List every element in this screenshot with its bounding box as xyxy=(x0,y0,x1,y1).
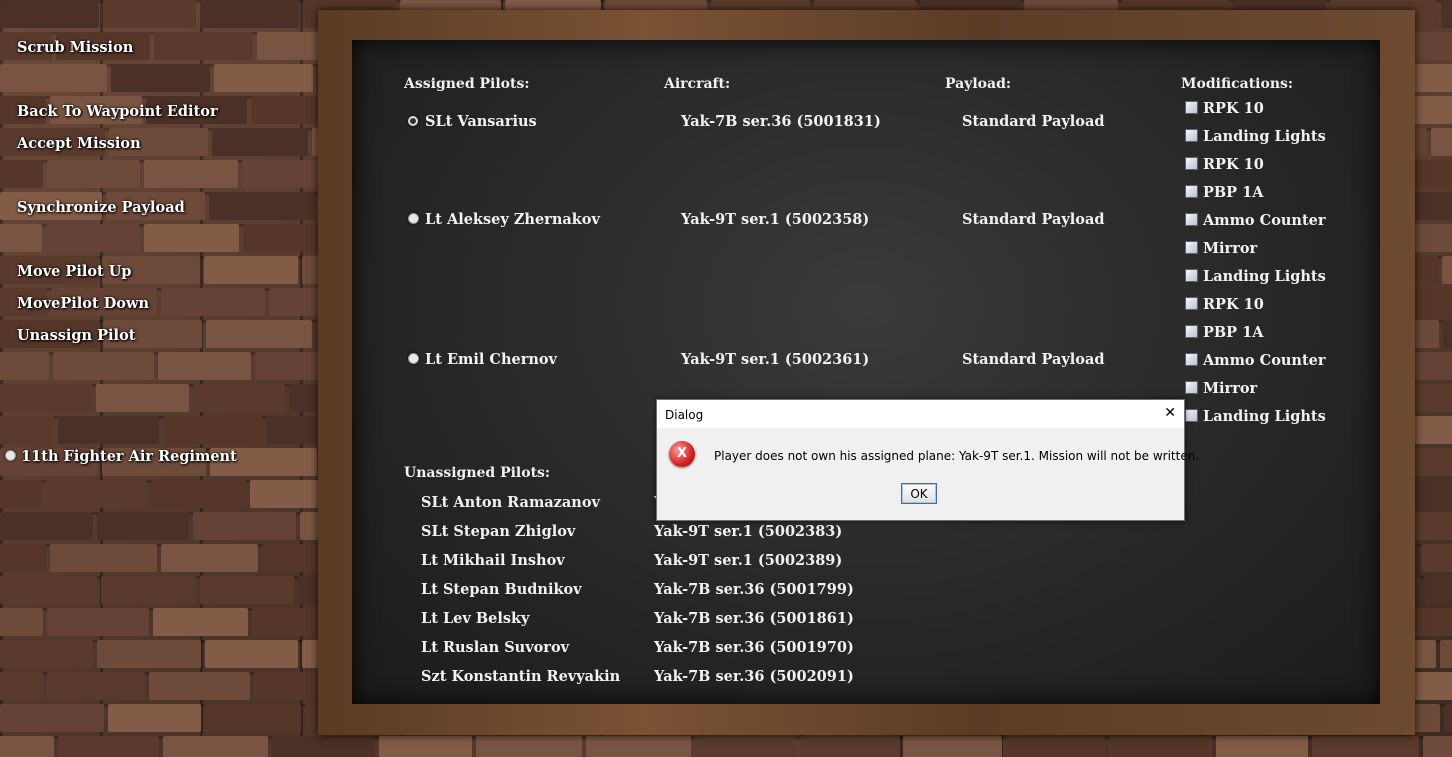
assigned-pilot-name[interactable]: Lt Aleksey Zhernakov xyxy=(425,211,600,228)
unassigned-aircraft[interactable]: Yak-9T ser.1 (5002383) xyxy=(654,523,842,540)
brick xyxy=(1312,736,1419,757)
error-dialog: Dialog ✕ X Player does not own his assig… xyxy=(656,399,1199,521)
back-to-waypoint-editor-button[interactable]: Back To Waypoint Editor xyxy=(17,103,218,120)
checkbox-icon[interactable] xyxy=(1185,409,1198,422)
assigned-aircraft[interactable]: Yak-9T ser.1 (5002358) xyxy=(681,211,869,228)
synchronize-payload-button[interactable]: Synchronize Payload xyxy=(17,199,185,216)
error-icon: X xyxy=(669,441,695,467)
unassigned-aircraft[interactable]: Yak-7B ser.36 (5001861) xyxy=(654,610,854,627)
close-icon[interactable]: ✕ xyxy=(1164,405,1176,421)
unassigned-aircraft[interactable]: Yak-7B ser.36 (5001799) xyxy=(654,581,854,598)
unassigned-aircraft[interactable]: Yak-7B ser.36 (5001970) xyxy=(654,639,854,656)
assigned-aircraft[interactable]: Yak-9T ser.1 (5002361) xyxy=(681,351,869,368)
side-menu: Scrub Mission Back To Waypoint Editor Ac… xyxy=(0,0,310,757)
checkbox-icon[interactable] xyxy=(1185,353,1198,366)
move-pilot-down-button[interactable]: MovePilot Down xyxy=(17,295,149,312)
brick xyxy=(1424,576,1452,604)
unassigned-pilot-name[interactable]: Szt Konstantin Revyakin xyxy=(421,668,620,685)
dialog-titlebar xyxy=(657,400,1184,428)
brick xyxy=(1442,256,1452,284)
unassigned-pilot-name[interactable]: Lt Stepan Budnikov xyxy=(421,581,582,598)
modification-checkbox[interactable]: Mirror xyxy=(1185,380,1257,397)
brick xyxy=(1109,736,1212,757)
regiment-selector[interactable]: 11th Fighter Air Regiment xyxy=(5,448,237,465)
brick xyxy=(586,736,691,757)
dialog-title: Dialog xyxy=(665,408,704,422)
modification-checkbox[interactable]: RPK 10 xyxy=(1185,296,1264,313)
modification-checkbox[interactable]: Landing Lights xyxy=(1185,128,1326,145)
assigned-pilot-name[interactable]: Lt Emil Chernov xyxy=(425,351,557,368)
unassigned-pilot-name[interactable]: Lt Lev Belsky xyxy=(421,610,529,627)
unassigned-aircraft[interactable]: Yak-7B ser.36 (5002091) xyxy=(654,668,854,685)
brick xyxy=(695,736,796,757)
brick xyxy=(1440,640,1452,668)
pilot-selected-radio-icon[interactable] xyxy=(408,116,418,126)
dialog-message: Player does not own his assigned plane: … xyxy=(714,449,1200,463)
unassign-pilot-button[interactable]: Unassign Pilot xyxy=(17,327,135,344)
checkbox-icon[interactable] xyxy=(1185,381,1198,394)
modifications-header: Modifications: xyxy=(1181,76,1294,92)
brick xyxy=(1441,0,1452,28)
move-pilot-up-button[interactable]: Move Pilot Up xyxy=(17,263,132,280)
ok-button[interactable]: OK xyxy=(901,483,937,504)
brick xyxy=(800,736,899,757)
modification-checkbox[interactable]: Ammo Counter xyxy=(1185,212,1326,229)
assigned-pilots-header: Assigned Pilots: xyxy=(404,76,530,92)
modification-checkbox[interactable]: Landing Lights xyxy=(1185,268,1326,285)
assigned-pilot-name[interactable]: SLt Vansarius xyxy=(425,113,537,130)
regiment-label: 11th Fighter Air Regiment xyxy=(21,448,237,465)
regiment-radio-icon[interactable] xyxy=(5,450,16,461)
brick xyxy=(1006,736,1105,757)
assigned-payload[interactable]: Standard Payload xyxy=(962,351,1105,368)
checkbox-icon[interactable] xyxy=(1185,241,1198,254)
brick xyxy=(379,736,472,757)
pilot-radio-icon[interactable] xyxy=(408,213,419,224)
brick xyxy=(1421,544,1452,572)
modification-checkbox[interactable]: RPK 10 xyxy=(1185,156,1264,173)
checkbox-icon[interactable] xyxy=(1185,325,1198,338)
brick xyxy=(1444,704,1452,732)
brick xyxy=(1443,320,1452,348)
payload-header: Payload: xyxy=(945,76,1012,92)
assigned-payload[interactable]: Standard Payload xyxy=(962,113,1105,130)
modification-checkbox[interactable]: PBP 1A xyxy=(1185,324,1263,341)
unassigned-pilot-name[interactable]: Lt Mikhail Inshov xyxy=(421,552,565,569)
unassigned-pilots-header: Unassigned Pilots: xyxy=(404,465,551,481)
brick xyxy=(1431,128,1452,156)
accept-mission-button[interactable]: Accept Mission xyxy=(17,135,141,152)
modification-checkbox[interactable]: Landing Lights xyxy=(1185,408,1326,425)
modification-checkbox[interactable]: RPK 10 xyxy=(1185,100,1264,117)
unassigned-aircraft[interactable]: Yak-9T ser.1 (5002389) xyxy=(654,552,842,569)
checkbox-icon[interactable] xyxy=(1185,297,1198,310)
checkbox-icon[interactable] xyxy=(1185,157,1198,170)
modification-checkbox[interactable]: Mirror xyxy=(1185,240,1257,257)
modification-checkbox[interactable]: PBP 1A xyxy=(1185,184,1263,201)
checkbox-icon[interactable] xyxy=(1185,269,1198,282)
unassigned-pilot-name[interactable]: Lt Ruslan Suvorov xyxy=(421,639,569,656)
brick xyxy=(903,736,1002,757)
checkbox-icon[interactable] xyxy=(1185,129,1198,142)
checkbox-icon[interactable] xyxy=(1185,213,1198,226)
aircraft-header: Aircraft: xyxy=(664,76,731,92)
brick xyxy=(476,736,582,757)
unassigned-pilot-name[interactable]: SLt Anton Ramazanov xyxy=(421,494,600,511)
modification-checkbox[interactable]: Ammo Counter xyxy=(1185,352,1326,369)
checkbox-icon[interactable] xyxy=(1185,185,1198,198)
pilot-radio-icon[interactable] xyxy=(408,353,419,364)
checkbox-icon[interactable] xyxy=(1185,101,1198,114)
brick xyxy=(1216,736,1308,757)
assigned-aircraft[interactable]: Yak-7B ser.36 (5001831) xyxy=(681,113,881,130)
unassigned-pilot-name[interactable]: SLt Stepan Zhiglov xyxy=(421,523,575,540)
brick xyxy=(1411,608,1452,636)
assigned-payload[interactable]: Standard Payload xyxy=(962,211,1105,228)
brick xyxy=(1423,736,1452,757)
scrub-mission-button[interactable]: Scrub Mission xyxy=(17,39,133,56)
